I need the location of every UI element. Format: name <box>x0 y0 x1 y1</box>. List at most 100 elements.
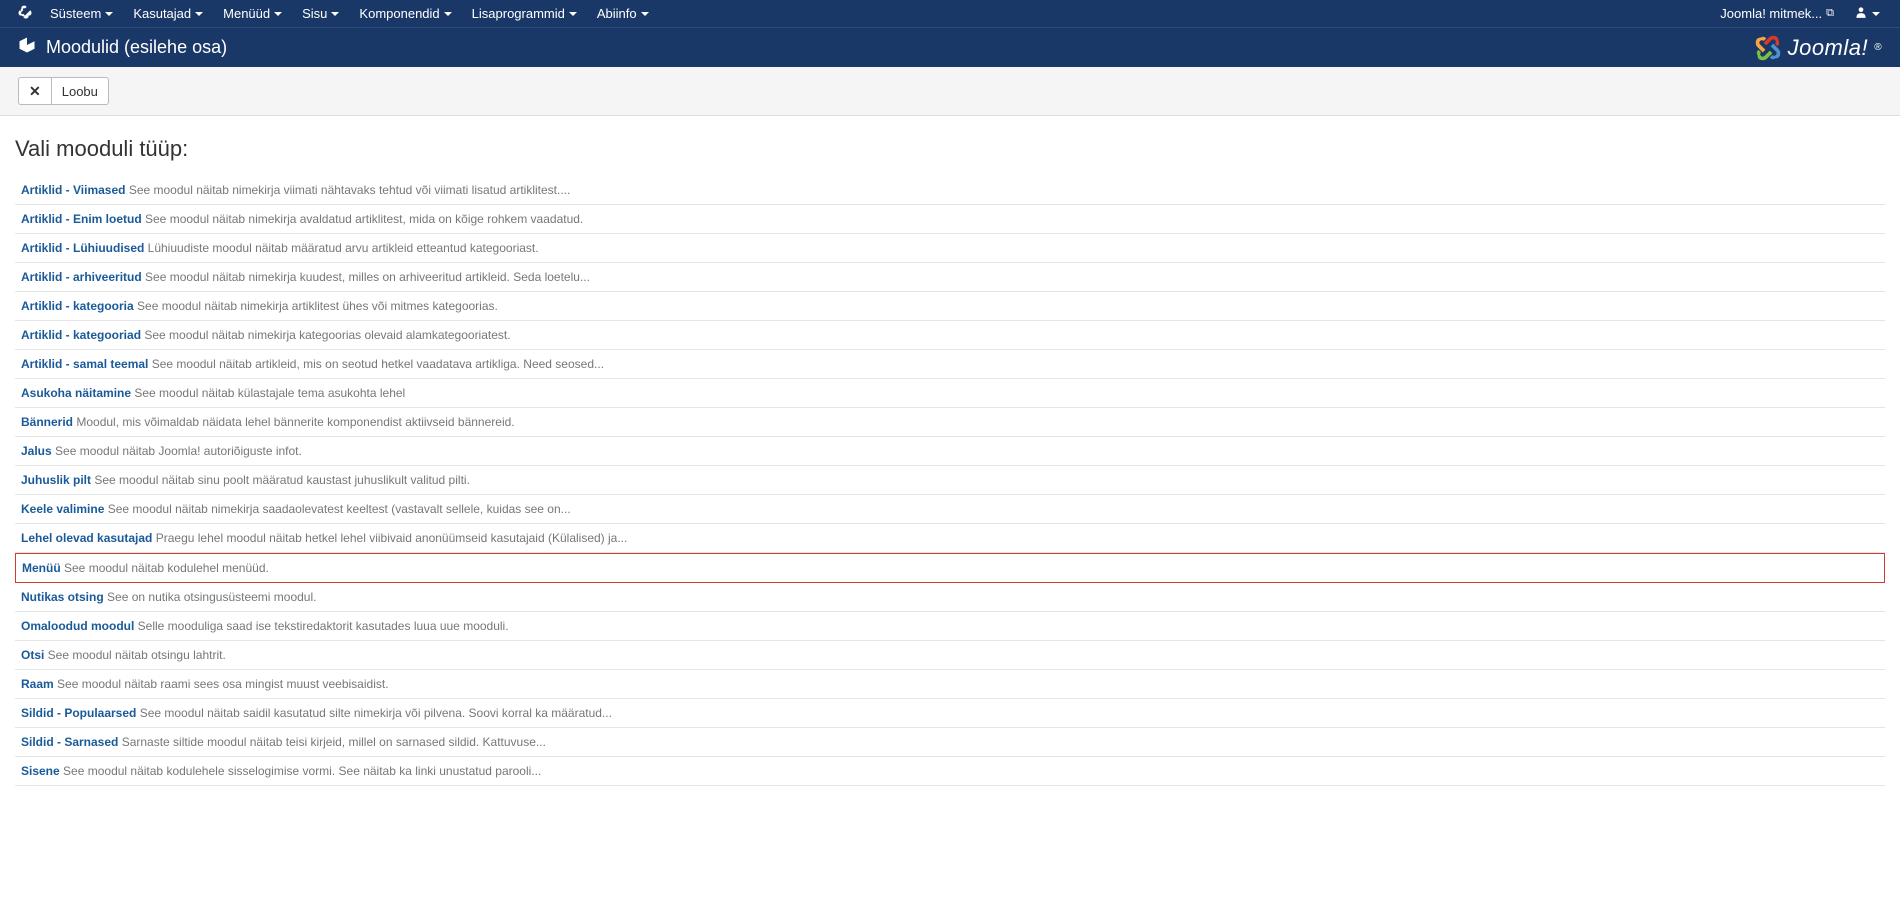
module-type-link[interactable]: Artiklid - Lühiuudised <box>21 241 144 255</box>
module-type-link[interactable]: Raam <box>21 677 54 691</box>
module-type-row: Sildid - Populaarsed See moodul näitab s… <box>15 699 1885 728</box>
close-icon: ✕ <box>29 83 41 100</box>
module-type-row: Omaloodud moodul Selle mooduliga saad is… <box>15 612 1885 641</box>
topmenu-item-label: Komponendid <box>359 6 439 21</box>
module-type-link[interactable]: Sisene <box>21 764 60 778</box>
module-type-row: Sisene See moodul näitab kodulehele siss… <box>15 757 1885 786</box>
module-type-description: See moodul näitab nimekirja kategoorias … <box>141 328 511 342</box>
module-type-link[interactable]: Keele valimine <box>21 502 104 516</box>
module-type-description: See moodul näitab raami sees osa mingist… <box>54 677 389 691</box>
module-type-row: Lehel olevad kasutajad Praegu lehel mood… <box>15 524 1885 553</box>
module-type-description: See moodul näitab nimekirja avaldatud ar… <box>142 212 584 226</box>
module-type-link[interactable]: Jalus <box>21 444 52 458</box>
topmenu-item-label: Abiinfo <box>597 6 637 21</box>
content-heading: Vali mooduli tüüp: <box>15 136 1885 162</box>
module-type-link[interactable]: Otsi <box>21 648 44 662</box>
page-title: Moodulid (esilehe osa) <box>46 37 227 58</box>
module-type-link[interactable]: Menüü <box>22 561 61 575</box>
module-type-description: Sarnaste siltide moodul näitab teisi kir… <box>118 735 546 749</box>
topmenu-item-5[interactable]: Lisaprogrammid <box>462 0 587 27</box>
external-link-icon: ⧉ <box>1826 7 1834 20</box>
topmenu-items: Süsteem Kasutajad Menüüd Sisu Komponendid Lis… <box>40 0 659 27</box>
module-type-link[interactable]: Artiklid - kategooriad <box>21 328 141 342</box>
top-menubar-left: Süsteem Kasutajad Menüüd Sisu Komponendid Lis… <box>10 0 659 27</box>
module-type-list: Artiklid - Viimased See moodul näitab ni… <box>15 176 1885 786</box>
cancel-button-label: Loobu <box>62 84 98 99</box>
topmenu-item-3[interactable]: Sisu <box>292 0 349 27</box>
module-type-description: See moodul näitab Joomla! autoriõiguste … <box>52 444 302 458</box>
module-type-row: Jalus See moodul näitab Joomla! autoriõi… <box>15 437 1885 466</box>
cancel-button[interactable]: Loobu <box>51 77 109 105</box>
cancel-button-group: ✕ Loobu <box>18 77 109 105</box>
module-type-row: Artiklid - Lühiuudised Lühiuudiste moodu… <box>15 234 1885 263</box>
brand-text: Joomla! <box>1788 35 1869 61</box>
topmenu-item-label: Sisu <box>302 6 327 21</box>
topmenu-item-label: Menüüd <box>223 6 270 21</box>
cube-icon <box>18 36 36 59</box>
module-type-link[interactable]: Sildid - Populaarsed <box>21 706 136 720</box>
chevron-down-icon <box>641 12 649 16</box>
module-type-row: Artiklid - Enim loetud See moodul näitab… <box>15 205 1885 234</box>
module-type-description: See moodul näitab nimekirja kuudest, mil… <box>142 270 590 284</box>
toolbar: ✕ Loobu <box>0 67 1900 116</box>
module-type-link[interactable]: Lehel olevad kasutajad <box>21 531 152 545</box>
chevron-down-icon <box>274 12 282 16</box>
module-type-description: Moodul, mis võimaldab näidata lehel bänn… <box>73 415 515 429</box>
module-type-link[interactable]: Artiklid - Enim loetud <box>21 212 142 226</box>
chevron-down-icon <box>105 12 113 16</box>
module-type-description: See moodul näitab kodulehel menüüd. <box>61 561 269 575</box>
module-type-link[interactable]: Juhuslik pilt <box>21 473 91 487</box>
module-type-description: See moodul näitab saidil kasutatud silte… <box>136 706 612 720</box>
topmenu-item-label: Süsteem <box>50 6 101 21</box>
top-menubar-right: Joomla! mitmek... ⧉ <box>1710 0 1890 27</box>
module-type-link[interactable]: Asukoha näitamine <box>21 386 131 400</box>
module-type-description: See moodul näitab kodulehele sisselogimi… <box>60 764 542 778</box>
topmenu-item-6[interactable]: Abiinfo <box>587 0 659 27</box>
header-left: Moodulid (esilehe osa) <box>18 36 227 59</box>
topmenu-item-label: Lisaprogrammid <box>472 6 565 21</box>
module-type-link[interactable]: Artiklid - kategooria <box>21 299 134 313</box>
module-type-link[interactable]: Artiklid - samal teemal <box>21 357 148 371</box>
site-link[interactable]: Joomla! mitmek... ⧉ <box>1710 0 1844 27</box>
module-type-description: See moodul näitab otsingu lahtrit. <box>44 648 225 662</box>
module-type-row: Keele valimine See moodul näitab nimekir… <box>15 495 1885 524</box>
module-type-link[interactable]: Omaloodud moodul <box>21 619 134 633</box>
joomla-brand: Joomla!® <box>1754 34 1882 62</box>
module-type-link[interactable]: Artiklid - arhiveeritud <box>21 270 142 284</box>
module-type-row: Bännerid Moodul, mis võimaldab näidata l… <box>15 408 1885 437</box>
module-type-description: Lühiuudiste moodul näitab määratud arvu … <box>144 241 538 255</box>
topmenu-item-0[interactable]: Süsteem <box>40 0 123 27</box>
top-menubar: Süsteem Kasutajad Menüüd Sisu Komponendid Lis… <box>0 0 1900 27</box>
topmenu-item-4[interactable]: Komponendid <box>349 0 461 27</box>
module-type-link[interactable]: Sildid - Sarnased <box>21 735 118 749</box>
module-type-description: See moodul näitab artikleid, mis on seot… <box>148 357 604 371</box>
joomla-logo-icon <box>18 5 32 19</box>
module-type-link[interactable]: Bännerid <box>21 415 73 429</box>
module-type-description: See moodul näitab nimekirja artiklitest … <box>134 299 498 313</box>
module-type-description: See moodul näitab külastajale tema asuko… <box>131 386 405 400</box>
module-type-row: Raam See moodul näitab raami sees osa mi… <box>15 670 1885 699</box>
topmenu-item-1[interactable]: Kasutajad <box>123 0 213 27</box>
module-type-row: Artiklid - samal teemal See moodul näita… <box>15 350 1885 379</box>
module-type-description: Praegu lehel moodul näitab hetkel lehel … <box>152 531 627 545</box>
cancel-button-icon[interactable]: ✕ <box>18 77 51 105</box>
content: Vali mooduli tüüp: Artiklid - Viimased S… <box>0 116 1900 806</box>
module-type-description: See moodul näitab nimekirja viimati näht… <box>125 183 570 197</box>
module-type-row: Artiklid - arhiveeritud See moodul näita… <box>15 263 1885 292</box>
module-type-link[interactable]: Artiklid - Viimased <box>21 183 125 197</box>
module-type-description: See on nutika otsingusüsteemi moodul. <box>104 590 317 604</box>
joomla-logo-icon <box>1754 34 1782 62</box>
chevron-down-icon <box>195 12 203 16</box>
module-type-row: Juhuslik pilt See moodul näitab sinu poo… <box>15 466 1885 495</box>
topmenu-item-2[interactable]: Menüüd <box>213 0 292 27</box>
user-menu[interactable] <box>1844 0 1890 27</box>
chevron-down-icon <box>1872 12 1880 16</box>
module-type-row: Artiklid - Viimased See moodul näitab ni… <box>15 176 1885 205</box>
page-header: Moodulid (esilehe osa) Joomla!® <box>0 27 1900 67</box>
module-type-row: Otsi See moodul näitab otsingu lahtrit. <box>15 641 1885 670</box>
module-type-row: Artiklid - kategooriad See moodul näitab… <box>15 321 1885 350</box>
module-type-link[interactable]: Nutikas otsing <box>21 590 104 604</box>
module-type-row: Sildid - Sarnased Sarnaste siltide moodu… <box>15 728 1885 757</box>
module-type-description: See moodul näitab sinu poolt määratud ka… <box>91 473 470 487</box>
joomla-icon[interactable] <box>10 5 40 22</box>
